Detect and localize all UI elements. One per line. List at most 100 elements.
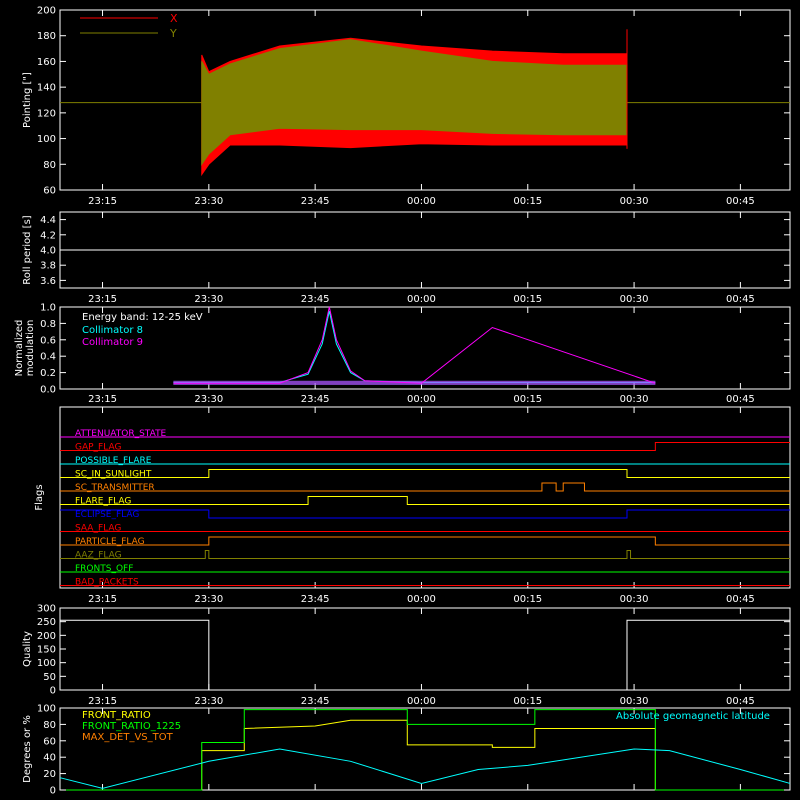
y-tick-label: 80 [43,720,56,731]
flag-label: SAA_FLAG [75,524,121,534]
y-tick-label: 0 [50,686,56,697]
legend-label: FRONT_RATIO_1225 [82,721,181,732]
legend-label: Collimator 9 [82,337,143,348]
y-tick-label: 140 [37,83,56,94]
flag-label: PARTICLE_FLAG [75,537,145,547]
x-tick-label: 23:45 [301,696,330,707]
x-tick-label: 23:30 [194,196,223,207]
y-axis-label: Roll period [s] [22,215,33,284]
flag-label: ECLIPSE_FLAG [75,510,139,520]
y-axis-label-group: Normalizedmodulation [14,320,36,377]
energy-band-annotation: Energy band: 12-25 keV [82,312,203,323]
legend-label: MAX_DET_VS_TOT [82,732,174,743]
x-tick-label: 23:15 [88,696,117,707]
flag-label: GAP_FLAG [75,443,121,453]
flag-label: FLARE_FLAG [75,497,131,507]
y-tick-label: 0.4 [40,352,56,363]
x-tick-label: 23:15 [88,594,117,605]
x-tick-label: 00:30 [620,294,649,305]
x-tick-label: 00:00 [407,696,436,707]
y-tick-label: 20 [43,769,56,780]
y-tick-label: 250 [37,617,56,628]
flag-label: SC_IN_SUNLIGHT [75,470,152,480]
y-tick-label: 4.4 [40,215,56,226]
x-tick-label: 00:15 [513,196,542,207]
flag-line-eclipse-flag [60,509,790,519]
series-line-collimator-8 [173,310,656,383]
y-tick-label: 3.8 [40,261,56,272]
y-tick-label: 0 [50,786,56,797]
legend-label: Absolute geomagnetic latitude [616,711,770,722]
flag-line-flare-flag [60,496,790,505]
y-tick-label: 100 [37,134,56,145]
y-axis-label: Flags [34,484,45,510]
flag-label: BAD_PACKETS [75,578,139,588]
y-axis-label: Degrees or % [22,715,33,783]
y-tick-label: 120 [37,108,56,119]
flag-label: AAZ_FLAG [75,551,122,561]
y-tick-label: 0.6 [40,335,56,346]
flag-line-particle-flag [60,536,790,546]
flag-line-sc-transmitter [60,482,790,492]
x-tick-label: 00:15 [513,696,542,707]
x-tick-label: 00:00 [407,196,436,207]
y-tick-label: 160 [37,57,56,68]
y-tick-label: 80 [43,160,56,171]
y-tick-label: 40 [43,753,56,764]
x-tick-label: 23:30 [194,294,223,305]
x-tick-label: 23:15 [88,294,117,305]
x-tick-label: 00:45 [726,394,755,405]
x-tick-label: 00:30 [620,196,649,207]
y-tick-label: 300 [37,604,56,615]
y-tick-label: 1.0 [40,303,56,314]
flag-line-sc-in-sunlight [60,469,790,478]
y-tick-label: 60 [43,736,56,747]
y-tick-label: 100 [37,658,56,669]
y-tick-label: 0.8 [40,319,56,330]
y-tick-label: 0.0 [40,385,56,396]
y-axis-label: Normalizedmodulation [14,320,36,377]
y-tick-label: 100 [37,704,56,715]
series-line-collimator-9 [173,306,656,384]
y-axis-label: Pointing ["] [22,72,33,128]
flag-label: POSSIBLE_FLARE [75,456,152,466]
x-tick-label: 23:15 [88,394,117,405]
x-tick-label: 00:45 [726,594,755,605]
y-tick-label: 50 [43,672,56,683]
y-tick-label: 150 [37,645,56,656]
x-tick-label: 00:15 [513,594,542,605]
x-tick-label: 23:30 [194,594,223,605]
x-tick-label: 00:30 [620,594,649,605]
series-line-absolute-geomagnetic-latitude [59,748,791,789]
y-axis-label-line: modulation [25,320,36,377]
y-axis-label-line: Normalized [14,320,25,377]
x-tick-label: 23:15 [88,196,117,207]
x-tick-label: 00:00 [407,294,436,305]
series-noise-band [173,380,656,385]
y-tick-label: 4.0 [40,246,56,257]
y-tick-label: 200 [37,6,56,17]
legend-label: Collimator 8 [82,325,143,336]
x-tick-label: 23:45 [301,196,330,207]
y-tick-label: 4.2 [40,230,56,241]
x-tick-label: 00:30 [620,696,649,707]
flag-label: SC_TRANSMITTER [75,483,155,493]
x-tick-label: 23:30 [194,696,223,707]
x-tick-label: 00:15 [513,394,542,405]
x-tick-label: 00:30 [620,394,649,405]
series-line-quality [60,619,790,691]
legend-label: FRONT_RATIO [82,710,151,721]
flag-line-gap-flag [60,442,790,451]
y-tick-label: 200 [37,631,56,642]
x-tick-label: 23:45 [301,394,330,405]
legend-label: Y [169,27,177,40]
flag-line-aaz-flag [60,550,790,559]
x-tick-label: 23:30 [194,394,223,405]
y-tick-label: 0.2 [40,368,56,379]
x-tick-label: 00:45 [726,294,755,305]
y-axis-label: Quality [22,631,33,667]
flag-label: FRONTS_OFF [75,564,133,574]
flag-label: ATTENUATOR_STATE [75,429,167,439]
x-tick-label: 00:00 [407,394,436,405]
y-tick-label: 60 [43,186,56,197]
